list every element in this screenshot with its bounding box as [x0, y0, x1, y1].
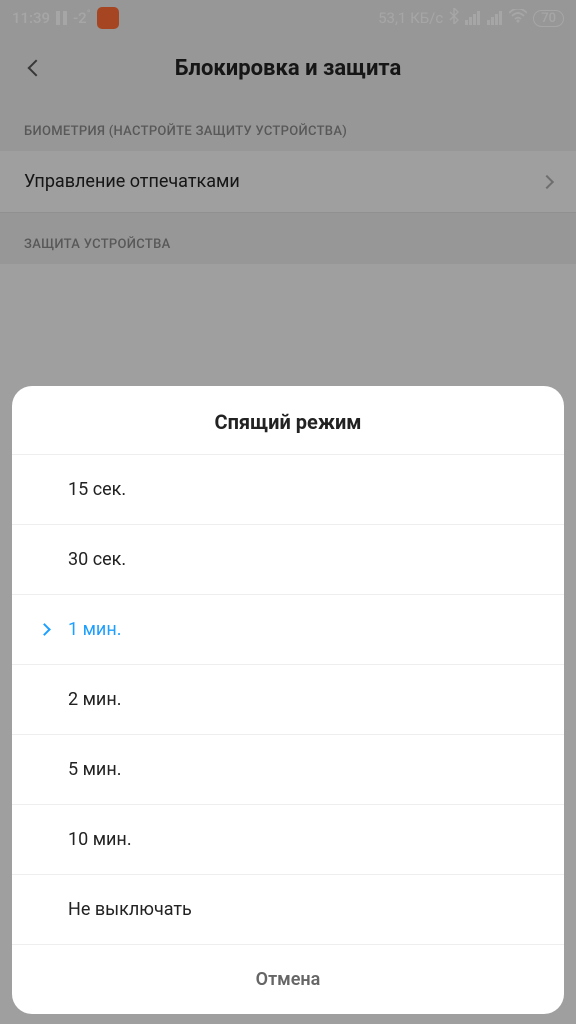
- dialog-title: Спящий режим: [12, 386, 564, 454]
- option-30sec[interactable]: 30 сек.: [12, 525, 564, 595]
- option-15sec[interactable]: 15 сек.: [12, 454, 564, 525]
- cancel-button[interactable]: Отмена: [12, 945, 564, 1014]
- option-list: 15 сек. 30 сек. 1 мин. 2 мин. 5 мин. 10 …: [12, 454, 564, 945]
- option-2min[interactable]: 2 мин.: [12, 665, 564, 735]
- option-10min[interactable]: 10 мин.: [12, 805, 564, 875]
- check-icon: [38, 623, 51, 636]
- option-5min[interactable]: 5 мин.: [12, 735, 564, 805]
- option-never[interactable]: Не выключать: [12, 875, 564, 945]
- option-1min[interactable]: 1 мин.: [12, 595, 564, 665]
- sleep-mode-dialog: Спящий режим 15 сек. 30 сек. 1 мин. 2 ми…: [12, 386, 564, 1014]
